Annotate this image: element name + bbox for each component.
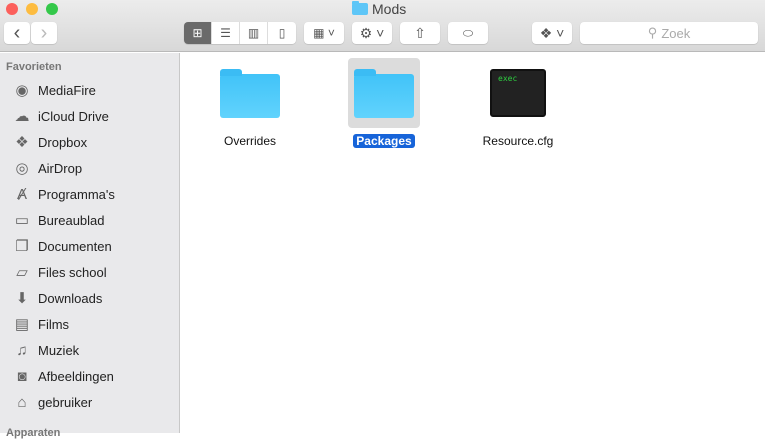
sidebar-item-label: AirDrop [38,160,83,176]
sidebar-item-programma-s[interactable]: Ⱥ Programma's [12,183,115,205]
dropbox-icon: ❖ [15,134,29,151]
mediafire-icon: ◉ [15,82,29,99]
sidebar-item-label: Files school [38,264,107,280]
zoom-button[interactable] [46,3,58,15]
documents-icon: ❐ [15,238,29,255]
camera-icon: ◙ [17,367,27,385]
sidebar-item-label: Afbeeldingen [38,368,114,384]
sidebar-item-airdrop[interactable]: ◎ AirDrop [12,157,82,179]
folder-icon [354,69,414,118]
terminal-file-icon: exec [490,69,546,117]
sidebar-item-label: Bureaublad [38,212,105,228]
file-name: Overrides [223,134,276,148]
file-item[interactable]: Packages [334,58,434,148]
back-button[interactable]: ‹ [4,22,30,44]
sidebar-item-label: Muziek [38,342,80,358]
file-item[interactable]: Overrides [200,58,300,148]
sidebar-item-label: Documenten [38,238,112,254]
file-preview-text: exec [498,74,518,83]
sidebar-item-label: Programma's [38,186,115,202]
forward-button[interactable]: › [31,22,57,44]
folder-icon [220,69,280,118]
home-icon: ⌂ [17,393,27,411]
folder-icon [352,1,368,15]
sidebar-item-documenten[interactable]: ❐ Documenten [12,235,112,257]
sidebar-item-icloud-drive[interactable]: ☁ iCloud Drive [12,105,109,127]
search-icon: ⚲ [647,25,658,40]
file-icon-box: exec [482,58,554,128]
window-title: Mods [352,1,406,17]
minimize-button[interactable] [26,3,38,15]
sidebar-item-afbeeldingen[interactable]: ◙ Afbeeldingen [12,365,114,387]
sidebar-item-label: Films [38,316,70,332]
coverflow-view-button[interactable]: ▯ [268,22,296,44]
sidebar-item-gebruiker[interactable]: ⌂ gebruiker [12,391,92,413]
music-icon: ♫ [16,341,28,359]
applications-icon: Ⱥ [16,185,27,203]
search-input[interactable]: ⚲ Zoek [580,22,758,44]
sidebar-item-label: Downloads [38,290,103,306]
close-button[interactable] [6,3,18,15]
file-item[interactable]: exec Resource.cfg [468,58,568,148]
cloud-icon: ☁ [14,108,30,125]
action-gear-button[interactable]: ⚙ ˅ [352,22,392,44]
tag-button[interactable]: ⬭ [448,22,488,44]
sidebar-item-mediafire[interactable]: ◉ MediaFire [12,79,96,101]
file-name: Resource.cfg [482,134,554,148]
list-view-button[interactable]: ☰ [212,22,240,44]
sidebar-item-bureaublad[interactable]: ▭ Bureaublad [12,209,105,231]
sidebar: Favorieten ◉ MediaFire ☁ iCloud Drive ❖ Dropb… [0,53,180,439]
dropbox-button[interactable]: ❖ ˅ [532,22,572,44]
sidebar-item-label: gebruiker [38,394,93,410]
icon-view-button[interactable]: ⊞ [184,22,212,44]
favorites-heading: Favorieten [6,61,62,73]
sidebar-item-dropbox[interactable]: ❖ Dropbox [12,131,87,153]
sidebar-item-label: MediaFire [38,82,96,98]
sidebar-item-films[interactable]: ▤ Films [12,313,69,335]
file-icon-box [214,58,286,128]
film-icon: ▤ [14,316,30,333]
title-bar: Mods ‹ › ⊞ ☰ ▥ ▯ ▦ ˅ ⚙ ˅ ⇧ ⬭ ❖ ˅ ⚲ Zoek [0,0,765,52]
sidebar-item-downloads[interactable]: ⬇ Downloads [12,287,103,309]
share-button[interactable]: ⇧ [400,22,440,44]
sidebar-item-files-school[interactable]: ▱ Files school [12,261,107,283]
downloads-icon: ⬇ [15,290,29,307]
airdrop-icon: ◎ [15,160,29,177]
sidebar-item-label: iCloud Drive [38,108,109,124]
file-name: Packages [353,134,415,148]
desktop-icon: ▭ [14,212,30,229]
file-icon-box [348,58,420,128]
sidebar-item-label: Dropbox [38,134,88,150]
sidebar-item-muziek[interactable]: ♫ Muziek [12,339,79,361]
arrange-button[interactable]: ▦ ˅ [304,22,344,44]
window-title-text: Mods [372,1,407,17]
folder-icon: ▱ [16,264,28,281]
view-switcher: ⊞ ☰ ▥ ▯ [184,22,296,44]
devices-heading: Apparaten [6,427,61,439]
search-placeholder: Zoek [661,25,691,41]
column-view-button[interactable]: ▥ [240,22,268,44]
